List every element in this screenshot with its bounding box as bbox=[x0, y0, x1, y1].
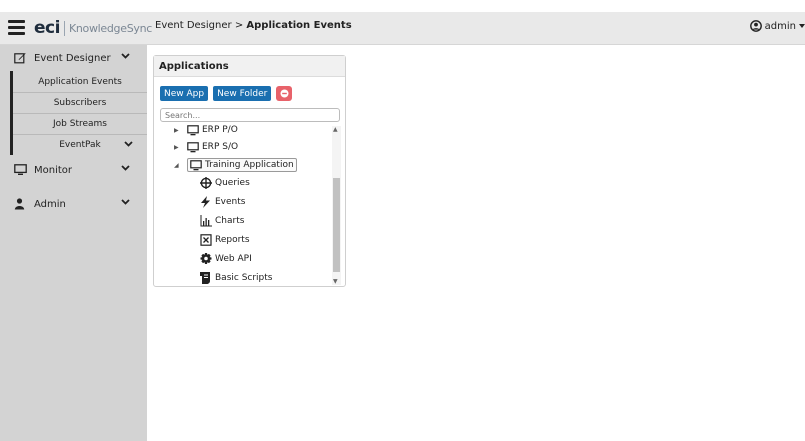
search-input[interactable] bbox=[160, 108, 340, 122]
new-folder-button[interactable]: New Folder bbox=[213, 86, 272, 101]
tree-node-label: Web API bbox=[215, 254, 252, 264]
sidebar: Event Designer Application Events Subscr… bbox=[0, 45, 147, 441]
scroll-up-icon[interactable]: ▲ bbox=[333, 126, 338, 133]
app-logo[interactable]: eci KnowledgeSync bbox=[34, 17, 152, 39]
caret-down-icon bbox=[799, 24, 805, 28]
breadcrumb-current: Application Events bbox=[246, 20, 352, 31]
applications-panel: Applications New App New Folder ▶ ERP P/… bbox=[153, 55, 346, 287]
monitor-icon bbox=[187, 141, 199, 153]
tree-node-queries[interactable]: Queries bbox=[200, 175, 250, 191]
sidebar-monitor[interactable]: Monitor bbox=[0, 157, 147, 183]
logo-product-text: KnowledgeSync bbox=[68, 21, 153, 35]
chevron-down-icon bbox=[121, 53, 130, 59]
lightning-icon bbox=[200, 196, 212, 208]
chevron-down-icon bbox=[121, 199, 130, 205]
breadcrumb-separator: > bbox=[234, 20, 244, 31]
report-icon bbox=[200, 234, 212, 246]
user-icon bbox=[14, 198, 28, 210]
sidebar-event-designer[interactable]: Event Designer bbox=[0, 45, 147, 71]
panel-toolbar: New App New Folder bbox=[160, 86, 293, 101]
selected-node[interactable]: Training Application bbox=[187, 158, 297, 172]
bar-chart-icon bbox=[200, 215, 212, 227]
tree-node-events[interactable]: Events bbox=[200, 194, 245, 210]
tree-node-charts[interactable]: Charts bbox=[200, 213, 244, 229]
tree-node-erp-so[interactable]: ▶ ERP S/O bbox=[174, 139, 238, 155]
sidebar-monitor-label: Monitor bbox=[34, 164, 73, 176]
sidebar-item-application-events[interactable]: Application Events bbox=[13, 71, 147, 92]
tree-node-basic-scripts[interactable]: Basic Scripts bbox=[200, 270, 272, 284]
tree-node-label: Events bbox=[215, 197, 246, 207]
sidebar-item-eventpak-label: EventPak bbox=[59, 140, 101, 150]
expand-arrow-icon[interactable]: ▶ bbox=[174, 127, 182, 134]
scroll-icon bbox=[200, 272, 212, 284]
logo-divider bbox=[63, 20, 65, 36]
logo-eci-text: eci bbox=[34, 18, 60, 38]
tree-node-label: Charts bbox=[215, 216, 245, 226]
scroll-down-icon[interactable]: ▼ bbox=[333, 278, 338, 285]
sidebar-item-job-streams[interactable]: Job Streams bbox=[13, 113, 147, 134]
chevron-down-icon bbox=[124, 141, 133, 147]
breadcrumb: Event Designer > Application Events bbox=[155, 20, 352, 31]
tree-scrollbar[interactable]: ▲ ▼ bbox=[332, 126, 341, 285]
panel-title: Applications bbox=[154, 56, 345, 77]
tree-node-label: ERP S/O bbox=[202, 142, 239, 152]
edit-icon bbox=[14, 52, 28, 64]
sidebar-admin[interactable]: Admin bbox=[0, 191, 147, 217]
tree-node-label: Reports bbox=[215, 235, 250, 245]
top-bar: eci KnowledgeSync Event Designer > Appli… bbox=[0, 12, 805, 45]
tree-node-web-api[interactable]: Web API bbox=[200, 251, 252, 267]
tree-node-label: Queries bbox=[215, 178, 250, 188]
minus-circle-icon bbox=[280, 89, 289, 98]
sidebar-item-eventpak[interactable]: EventPak bbox=[13, 134, 147, 155]
sidebar-item-subscribers[interactable]: Subscribers bbox=[13, 92, 147, 113]
collapse-arrow-icon[interactable]: ◢ bbox=[174, 162, 182, 169]
tree-node-training-application[interactable]: ◢ Training Application bbox=[174, 157, 297, 173]
sidebar-admin-label: Admin bbox=[34, 198, 66, 210]
breadcrumb-parent[interactable]: Event Designer bbox=[155, 20, 232, 31]
new-app-button[interactable]: New App bbox=[160, 86, 209, 101]
user-name: admin bbox=[764, 20, 796, 32]
sidebar-event-designer-label: Event Designer bbox=[34, 52, 111, 64]
monitor-icon bbox=[14, 164, 28, 176]
tree-node-label: ERP P/O bbox=[202, 125, 238, 135]
user-menu[interactable]: admin bbox=[749, 20, 805, 32]
scrollbar-thumb[interactable] bbox=[333, 178, 340, 272]
crosshair-icon bbox=[200, 177, 212, 189]
monitor-icon bbox=[190, 159, 202, 171]
event-designer-submenu: Application Events Subscribers Job Strea… bbox=[10, 71, 150, 155]
hamburger-menu-icon[interactable] bbox=[8, 20, 25, 36]
tree-node-reports[interactable]: Reports bbox=[200, 232, 250, 248]
tree-node-label: Training Application bbox=[205, 160, 294, 170]
chevron-down-icon bbox=[121, 165, 130, 171]
tree-node-erp-po[interactable]: ▶ ERP P/O bbox=[174, 122, 238, 138]
user-circle-icon bbox=[749, 20, 762, 32]
monitor-icon bbox=[187, 124, 199, 136]
delete-button[interactable] bbox=[276, 86, 293, 101]
expand-arrow-icon[interactable]: ▶ bbox=[174, 144, 182, 151]
tree-node-label: Basic Scripts bbox=[215, 273, 273, 283]
application-tree: ▶ ERP P/O ▶ ERP S/O ◢ Training Applicati… bbox=[160, 122, 342, 284]
gear-icon bbox=[200, 253, 212, 265]
